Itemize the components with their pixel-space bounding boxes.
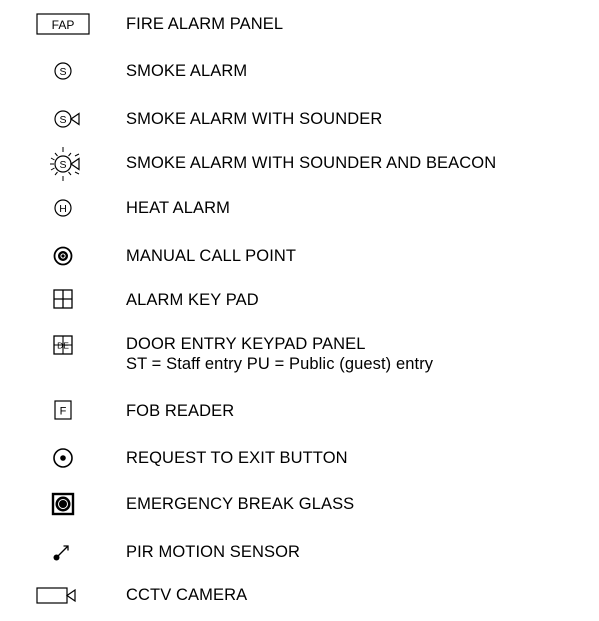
legend-label-fire-alarm-panel: FIRE ALARM PANEL	[126, 15, 284, 33]
legend-label-request-to-exit: REQUEST TO EXIT BUTTON	[126, 449, 348, 467]
symbol-legend: FAP FIRE ALARM PANEL S SMOKE ALARM S SMO…	[0, 0, 599, 621]
beacon-icon-text: S	[59, 159, 66, 171]
fire-alarm-panel-icon: FAP	[26, 12, 106, 42]
legend-label-fob-reader: FOB READER	[126, 402, 235, 420]
legend-label-emergency-break-glass: EMERGENCY BREAK GLASS	[126, 495, 355, 513]
legend-label-pir-motion-sensor: PIR MOTION SENSOR	[126, 543, 301, 561]
smoke-sounder-icon-text: S	[59, 114, 66, 126]
request-to-exit-icon	[26, 445, 106, 475]
door-entry-keypad-icon: DE	[26, 334, 106, 364]
legend-label-alarm-key-pad: ALARM KEY PAD	[126, 291, 259, 309]
cctv-camera-icon	[26, 584, 106, 614]
legend-label-cctv-camera: CCTV CAMERA	[126, 586, 248, 604]
pir-motion-sensor-icon	[26, 540, 106, 570]
emergency-break-glass-icon	[26, 491, 106, 521]
smoke-alarm-icon: S	[26, 58, 106, 88]
door-entry-sublabel: ST = Staff entry PU = Public (guest) ent…	[126, 355, 434, 373]
smoke-alarm-sounder-beacon-icon: S	[26, 145, 106, 181]
door-entry-title: DOOR ENTRY KEYPAD PANEL	[126, 335, 366, 353]
legend-label-heat-alarm: HEAT ALARM	[126, 199, 231, 217]
legend-label-manual-call-point: MANUAL CALL POINT	[126, 247, 297, 265]
fob-reader-icon: F	[26, 398, 106, 428]
legend-label-smoke-alarm-sounder: SMOKE ALARM WITH SOUNDER	[126, 110, 383, 128]
manual-call-point-icon	[26, 243, 106, 273]
legend-label-smoke-alarm: SMOKE ALARM	[126, 62, 248, 80]
legend-label-smoke-alarm-sounder-beacon: SMOKE ALARM WITH SOUNDER AND BEACON	[126, 154, 497, 172]
smoke-alarm-sounder-icon: S	[26, 106, 106, 136]
alarm-key-pad-icon	[26, 287, 106, 317]
heat-alarm-icon-text: H	[59, 203, 67, 215]
door-entry-icon-text: DE	[57, 341, 69, 351]
legend-label-door-entry-keypad: DOOR ENTRY KEYPAD PANEL ST = Staff entry…	[126, 334, 433, 374]
fob-reader-icon-text: F	[60, 406, 67, 418]
smoke-alarm-icon-text: S	[59, 66, 66, 78]
fap-icon-text: FAP	[52, 18, 75, 32]
heat-alarm-icon: H	[26, 195, 106, 225]
